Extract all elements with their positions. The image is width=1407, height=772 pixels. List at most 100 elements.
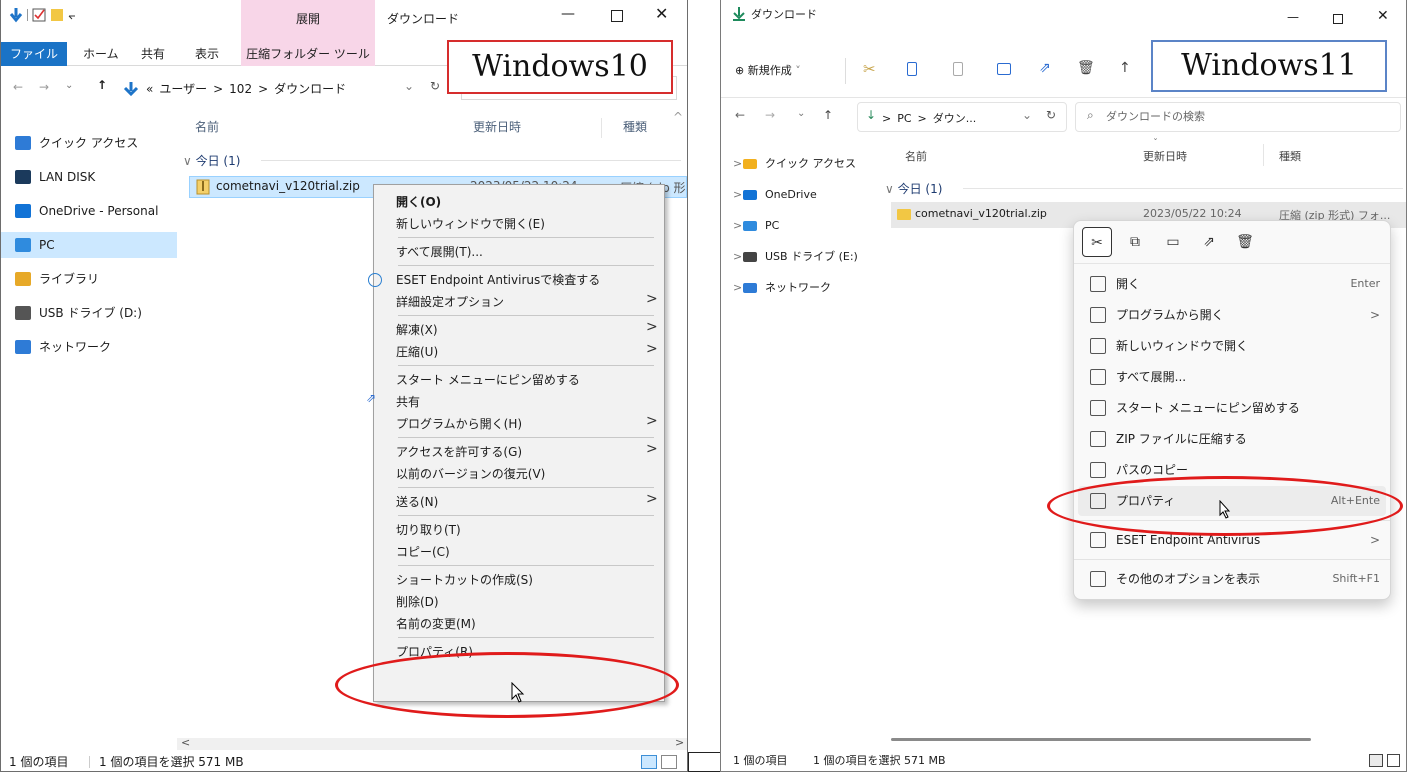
sidebar-item[interactable]: > ネットワーク [721,274,877,302]
large-icons-view-icon[interactable] [1387,754,1400,767]
column-type[interactable]: 種類 [623,118,647,135]
tab-view[interactable]: 表示 [195,42,219,66]
sidebar-item[interactable]: ライブラリ [1,266,177,292]
maximize-icon[interactable] [1333,14,1343,24]
recent-chevron-icon[interactable]: ⌄ [797,108,805,119]
menu-item[interactable]: スタート メニューにピン留めする [396,369,580,391]
breadcrumb[interactable]: « [146,82,153,96]
cut-icon[interactable]: ✂ [863,60,876,78]
sidebar-item[interactable]: > PC [721,212,877,240]
sidebar-item[interactable]: LAN DISK [1,164,177,190]
copy-icon[interactable] [907,62,917,76]
menu-item[interactable]: プログラムから開く > [1078,300,1386,330]
menu-item[interactable]: その他のオプションを表示 Shift+F1 [1078,564,1386,594]
address-bar[interactable]: « ユーザー >102 > ダウンロード ⌄ ↻ [123,76,451,100]
back-icon[interactable]: ← [13,80,23,94]
menu-share-icon[interactable]: ⇗ [1194,227,1224,257]
sidebar-item[interactable]: OneDrive - Personal [1,198,177,224]
breadcrumb[interactable]: > [918,112,927,125]
menu-item[interactable]: 新しいウィンドウで開く [1078,331,1386,361]
menu-item[interactable]: ZIP ファイルに圧縮する [1078,424,1386,454]
group-header[interactable]: ∨ 今日 (1) [885,180,942,197]
chevron-right-icon[interactable]: > [733,274,742,302]
column-name[interactable]: 名前 [905,148,927,164]
scroll-right-icon[interactable]: > [675,736,684,749]
menu-rename-icon[interactable]: ▭ [1158,227,1188,257]
scroll-left-icon[interactable]: < [181,736,190,749]
menu-item[interactable]: 新しいウィンドウで開く(E) [396,213,545,235]
menu-item[interactable]: すべて展開... [1078,362,1386,392]
tab-file[interactable]: ファイル [1,42,67,66]
sidebar-item[interactable]: > USB ドライブ (E:) [721,243,877,271]
horizontal-scrollbar[interactable]: < > [177,736,687,750]
new-button[interactable]: ⊕ 新規作成 ˅ [735,62,801,78]
sort-icon[interactable]: ↑ [1119,60,1131,76]
up-icon[interactable]: ↑ [823,108,833,122]
tab-compressed-folder-tools[interactable]: 圧縮フォルダー ツール [241,42,375,66]
quick-access-toolbar-icon[interactable] [9,6,79,24]
menu-item[interactable]: プログラムから開く(H) [396,413,522,435]
scrollbar-thumb[interactable] [891,738,1311,741]
column-name[interactable]: 名前 [195,118,219,135]
breadcrumb[interactable]: ダウンロード [274,82,346,96]
column-type[interactable]: 種類 [1279,148,1301,164]
sidebar-item[interactable]: > クイック アクセス [721,150,877,178]
breadcrumb[interactable]: 102 [229,82,252,96]
back-icon[interactable]: ← [735,108,745,122]
refresh-icon[interactable]: ↻ [1046,108,1056,122]
breadcrumb[interactable]: > [882,112,891,125]
chevron-right-icon[interactable]: > [733,150,742,178]
forward-icon[interactable]: → [765,108,775,122]
menu-item[interactable]: 解凍(X) [396,319,438,341]
menu-item[interactable]: 詳細設定オプション [396,291,504,313]
horizontal-scrollbar[interactable] [877,738,1406,742]
menu-item[interactable]: 圧縮(U) [396,341,438,363]
breadcrumb[interactable]: PC [897,112,911,125]
menu-item[interactable]: 削除(D) [396,591,439,613]
sidebar-item[interactable]: クイック アクセス [1,130,177,156]
menu-item[interactable]: 送る(N) [396,491,438,513]
maximize-icon[interactable] [611,10,623,22]
refresh-icon[interactable]: ↻ [430,79,440,93]
sidebar-item[interactable]: > OneDrive [721,181,877,209]
sidebar-item[interactable]: PC [1,232,177,258]
menu-item[interactable]: 共有 [396,391,420,413]
minimize-icon[interactable]: — [1287,10,1299,24]
breadcrumb[interactable]: ダウン... [933,112,977,125]
column-date[interactable]: 更新日時 [1143,148,1187,164]
chevron-right-icon[interactable]: > [733,243,742,271]
menu-item[interactable]: ショートカットの作成(S) [396,569,533,591]
menu-copy-icon[interactable]: ⧉ [1120,227,1150,257]
menu-item[interactable]: アクセスを許可する(G) [396,441,522,463]
rename-icon[interactable] [997,63,1011,75]
scroll-up-icon[interactable]: ^ [673,110,683,124]
address-dropdown-icon[interactable]: ⌄ [1022,108,1032,122]
column-date[interactable]: 更新日時 [473,118,521,135]
sidebar-item[interactable]: ネットワーク [1,334,177,360]
address-bar[interactable]: ↓ > PC > ダウン... ⌄ ↻ [857,102,1067,132]
menu-item[interactable]: 以前のバージョンの復元(V) [396,463,545,485]
menu-item[interactable]: 名前の変更(M) [396,613,476,635]
menu-item[interactable]: 開く(O) [396,191,441,213]
recent-chevron-icon[interactable]: ⌄ [65,80,73,91]
paste-icon[interactable] [953,62,963,76]
forward-icon[interactable]: → [39,80,49,94]
menu-item[interactable]: スタート メニューにピン留めする [1078,393,1386,423]
menu-item[interactable]: コピー(C) [396,541,450,563]
details-view-icon[interactable] [641,755,657,769]
close-icon[interactable]: ✕ [1377,8,1389,24]
breadcrumb[interactable]: > [258,82,268,96]
minimize-icon[interactable]: — [561,6,575,22]
breadcrumb[interactable]: ユーザー [159,82,207,96]
menu-item[interactable]: すべて展開(T)... [396,241,483,263]
chevron-right-icon[interactable]: > [733,181,742,209]
sidebar-item[interactable]: USB ドライブ (D:) [1,300,177,326]
menu-item[interactable]: 切り取り(T) [396,519,461,541]
details-view-icon[interactable] [1369,754,1383,767]
menu-cut-icon[interactable]: ✂ [1082,227,1112,257]
menu-delete-icon[interactable]: 🗑 [1230,227,1260,257]
up-icon[interactable]: ↑ [97,78,107,92]
tab-home[interactable]: ホーム [83,42,119,66]
address-dropdown-icon[interactable]: ⌄ [404,79,414,93]
close-icon[interactable]: ✕ [655,4,668,23]
